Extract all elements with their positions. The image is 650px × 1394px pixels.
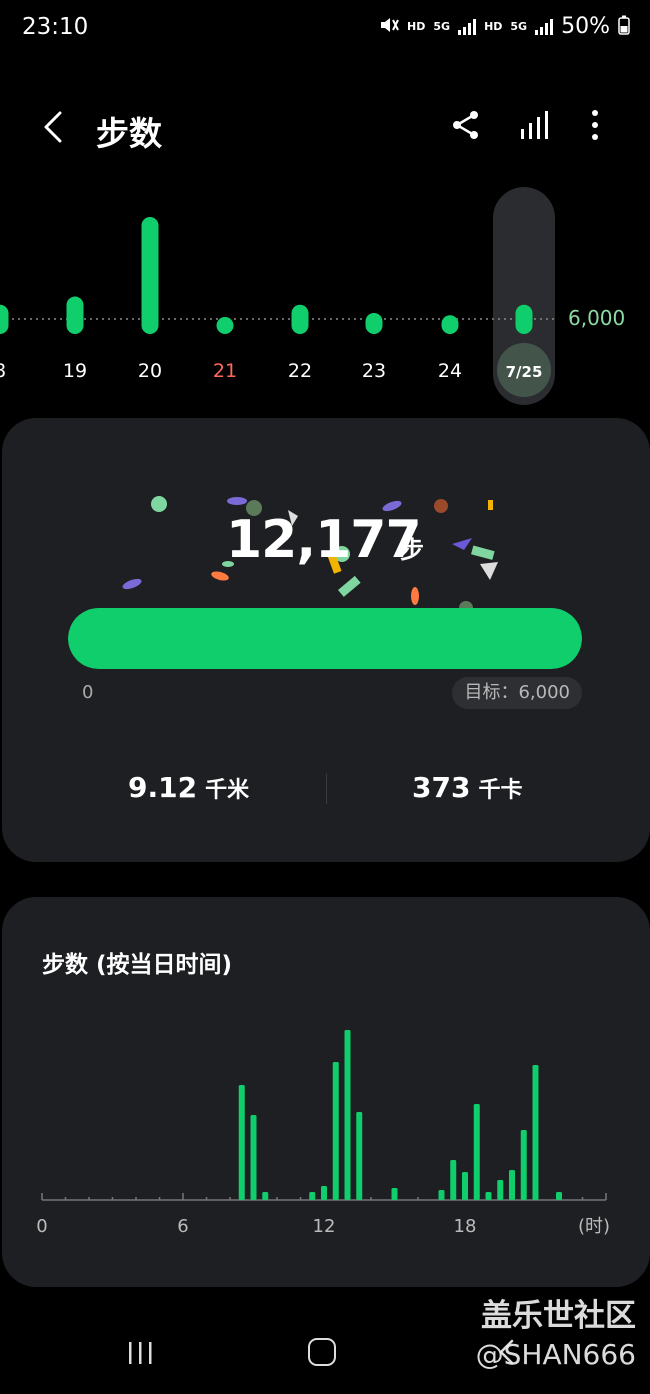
calories-unit: 千卡 xyxy=(478,778,523,803)
goal-progress-fill xyxy=(68,608,582,669)
watermark-user: @SHAN666 xyxy=(475,1338,636,1371)
step-unit: 步 xyxy=(400,536,424,564)
hour-bar[interactable] xyxy=(532,1065,539,1200)
day-label-22[interactable]: 22 xyxy=(288,360,312,382)
calories-value: 373 xyxy=(412,771,471,804)
hour-bar[interactable] xyxy=(344,1030,351,1200)
status-bar: 23:10 HD 5G HD 5G 50% xyxy=(0,0,650,60)
home-icon[interactable] xyxy=(308,1338,336,1366)
x-tick-label: 6 xyxy=(177,1216,188,1237)
hour-bar[interactable] xyxy=(497,1180,504,1200)
distance-metric: 9.12 千米 xyxy=(128,771,249,804)
day-bar-23[interactable] xyxy=(365,312,383,334)
day-label-19[interactable]: 19 xyxy=(63,360,87,382)
day-label-24[interactable]: 24 xyxy=(438,360,462,382)
day-label-20[interactable]: 20 xyxy=(138,360,162,382)
day-bar-24[interactable] xyxy=(441,315,459,334)
hourly-steps-chart: 0 6 12 18 (时) xyxy=(36,1030,610,1237)
mute-icon xyxy=(379,16,399,38)
day-label-7/25[interactable]: 7/25 xyxy=(506,363,543,381)
day-label-23[interactable]: 23 xyxy=(362,360,386,382)
signal-icon-1 xyxy=(458,18,477,35)
x-tick-label: 0 xyxy=(36,1216,47,1237)
hour-bar[interactable] xyxy=(262,1192,269,1200)
hour-bar[interactable] xyxy=(238,1085,245,1200)
day-bar-22[interactable] xyxy=(291,304,309,334)
status-icons: HD 5G HD 5G 50% xyxy=(379,14,630,39)
more-options-icon[interactable] xyxy=(580,109,610,141)
hour-bar[interactable] xyxy=(309,1192,316,1200)
recent-apps-icon[interactable] xyxy=(126,1340,156,1366)
day-bar-7/25[interactable] xyxy=(515,304,533,334)
hd-label-1: HD xyxy=(407,20,426,33)
day-bar-19[interactable] xyxy=(66,296,84,334)
back-arrow-icon[interactable] xyxy=(38,107,68,147)
network-label-1: 5G xyxy=(433,20,451,33)
metric-divider xyxy=(326,774,327,804)
weekly-chart-svg: 8 19 20 21 22 23 24 7/25 xyxy=(0,187,558,405)
distance-unit: 千米 xyxy=(205,778,250,803)
battery-percent: 50% xyxy=(561,14,610,39)
hour-bar[interactable] xyxy=(520,1130,527,1200)
hourly-steps-card[interactable]: 步数 (按当日时间) 0 6 12 18 (时) xyxy=(2,897,650,1287)
status-time: 23:10 xyxy=(22,14,89,40)
x-tick-label: 18 xyxy=(454,1216,477,1237)
hour-bar[interactable] xyxy=(509,1170,515,1200)
goal-progress-bar xyxy=(68,608,582,669)
hour-bar[interactable] xyxy=(462,1172,468,1200)
x-axis-unit: (时) xyxy=(578,1216,610,1237)
hour-bar[interactable] xyxy=(450,1160,457,1200)
day-bar-21[interactable] xyxy=(216,317,234,334)
hour-bar[interactable] xyxy=(556,1192,562,1200)
day-label-21[interactable]: 21 xyxy=(213,360,237,382)
day-bar-20[interactable] xyxy=(141,217,159,334)
weekly-steps-chart[interactable]: 8 19 20 21 22 23 24 7/25 6,000 xyxy=(0,185,650,405)
battery-icon xyxy=(618,15,630,39)
network-label-2: 5G xyxy=(510,20,528,33)
hour-bar[interactable] xyxy=(356,1112,363,1200)
goal-badge[interactable]: 目标：6,000 xyxy=(452,677,582,709)
hour-bar[interactable] xyxy=(250,1115,257,1200)
hour-bar[interactable] xyxy=(332,1062,339,1200)
hd-label-2: HD xyxy=(484,20,503,33)
x-tick-label: 12 xyxy=(313,1216,336,1237)
app-header: 步数 xyxy=(0,95,650,165)
bar-chart-icon[interactable] xyxy=(518,109,550,141)
page-title: 步数 xyxy=(96,114,162,153)
signal-icon-2 xyxy=(535,18,554,35)
hour-bar[interactable] xyxy=(438,1190,445,1200)
share-icon[interactable] xyxy=(450,109,482,141)
progress-min-label: 0 xyxy=(82,682,94,703)
daily-summary-card: 12,177 步 0 目标：6,000 9.12 千米 373 千卡 xyxy=(2,418,650,862)
hour-bar[interactable] xyxy=(473,1104,480,1200)
watermark-site: 盖乐世社区 xyxy=(481,1298,636,1334)
step-count: 12,177 xyxy=(226,510,422,570)
day-label-8[interactable]: 8 xyxy=(0,360,6,382)
hour-bar[interactable] xyxy=(485,1192,492,1200)
goal-line-label: 6,000 xyxy=(568,306,626,330)
distance-value: 9.12 xyxy=(128,771,198,804)
hour-bar[interactable] xyxy=(391,1188,398,1200)
calories-metric: 373 千卡 xyxy=(412,771,522,804)
day-bar-8[interactable] xyxy=(0,304,9,334)
hour-bar[interactable] xyxy=(321,1186,327,1200)
